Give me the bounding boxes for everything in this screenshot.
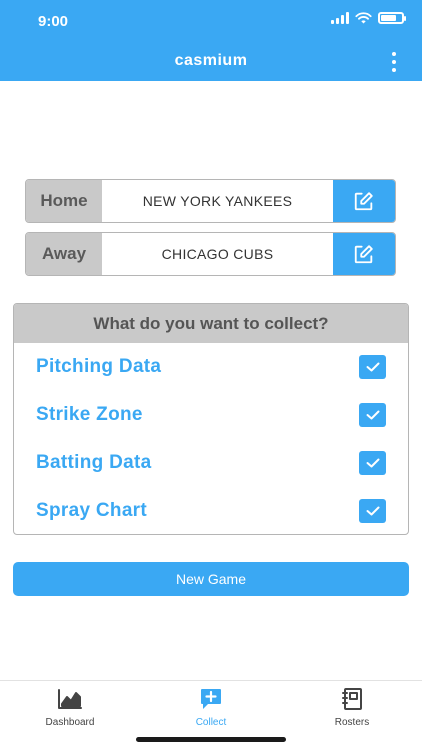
new-game-button[interactable]: New Game [13, 562, 409, 596]
more-vertical-icon[interactable] [386, 52, 402, 72]
chart-icon [58, 689, 82, 709]
checkmark-icon [366, 458, 379, 468]
checkmark-icon [366, 362, 379, 372]
option-spray-chart[interactable]: Spray Chart [36, 496, 386, 526]
status-icons [331, 12, 406, 24]
pitching-data-checkbox[interactable] [359, 355, 386, 379]
strike-zone-checkbox[interactable] [359, 403, 386, 427]
tab-collect[interactable]: Collect [161, 687, 261, 728]
app-title: casmium [174, 52, 248, 69]
checkmark-icon [366, 410, 379, 420]
option-label: Pitching Data [36, 356, 162, 377]
cellular-signal-icon [331, 12, 349, 24]
option-label: Batting Data [36, 452, 152, 473]
tab-rosters[interactable]: Rosters [302, 687, 402, 728]
option-label: Strike Zone [36, 404, 143, 425]
app-header: 9:00 casmium [0, 0, 422, 81]
edit-home-button[interactable] [333, 180, 395, 222]
notebook-icon [342, 688, 362, 710]
battery-icon [378, 12, 406, 24]
tab-label: Dashboard [45, 717, 95, 728]
tab-label: Collect [195, 717, 227, 728]
away-team-name: CHICAGO CUBS [161, 246, 274, 262]
home-label: Home [26, 180, 102, 222]
wifi-icon [355, 12, 372, 24]
option-pitching-data[interactable]: Pitching Data [36, 352, 386, 382]
edit-away-button[interactable] [333, 233, 395, 275]
option-strike-zone[interactable]: Strike Zone [36, 400, 386, 430]
collect-heading: What do you want to collect? [14, 304, 408, 343]
edit-icon [354, 245, 373, 264]
away-label: Away [26, 233, 102, 275]
tab-label: Rosters [334, 717, 370, 728]
collect-options-panel: What do you want to collect? Pitching Da… [13, 303, 409, 535]
away-team-row: Away CHICAGO CUBS [25, 232, 396, 276]
edit-icon [354, 192, 373, 211]
spray-chart-checkbox[interactable] [359, 499, 386, 523]
option-batting-data[interactable]: Batting Data [36, 448, 386, 478]
home-indicator [136, 737, 286, 742]
tab-dashboard[interactable]: Dashboard [20, 687, 120, 728]
status-time: 9:00 [38, 13, 69, 30]
checkmark-icon [366, 506, 379, 516]
batting-data-checkbox[interactable] [359, 451, 386, 475]
add-message-icon [201, 689, 221, 709]
home-team-row: Home NEW YORK YANKEES [25, 179, 396, 223]
option-label: Spray Chart [36, 500, 148, 521]
home-team-name: NEW YORK YANKEES [142, 193, 293, 209]
